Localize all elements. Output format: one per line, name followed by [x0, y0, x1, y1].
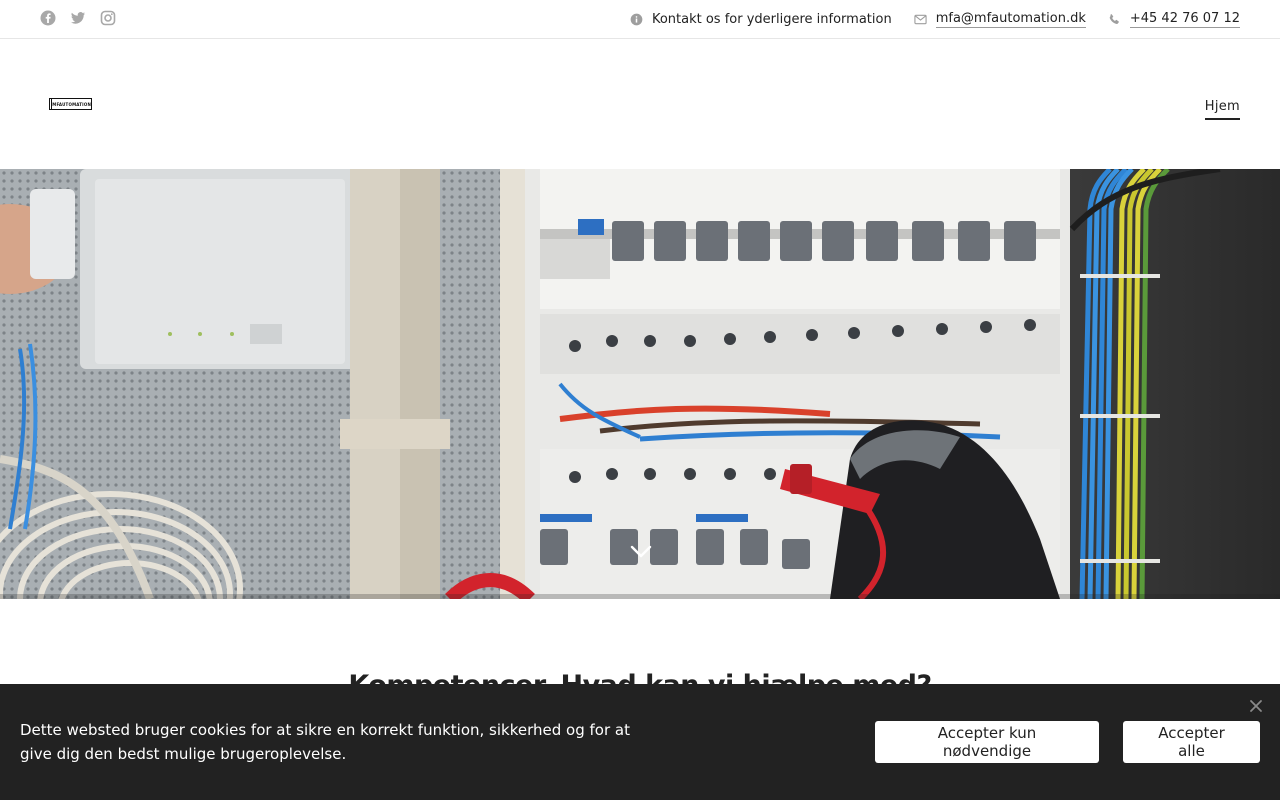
logo-text: MFAUTOMATION — [52, 101, 91, 107]
contact-phone-item: +45 42 76 07 12 — [1108, 11, 1240, 28]
hero-image — [0, 169, 1280, 599]
mail-icon — [914, 14, 927, 24]
main-nav: Hjem — [1204, 95, 1240, 120]
close-icon[interactable] — [1249, 699, 1263, 713]
social-links — [40, 10, 116, 26]
electrical-panel-illustration — [0, 169, 1280, 599]
contact-info-item: Kontakt os for yderligere information — [630, 12, 892, 27]
site-logo[interactable]: MFAUTOMATION — [49, 98, 92, 110]
top-bar: Kontakt os for yderligere information mf… — [0, 0, 1280, 39]
phone-link[interactable]: +45 42 76 07 12 — [1129, 11, 1240, 28]
cookie-banner: Dette websted bruger cookies for at sikr… — [0, 684, 1280, 800]
accept-necessary-button[interactable]: Accepter kun nødvendige — [875, 721, 1099, 763]
twitter-icon[interactable] — [70, 10, 86, 26]
site-header: MFAUTOMATION Hjem — [0, 39, 1280, 169]
facebook-icon[interactable] — [40, 10, 56, 26]
phone-icon — [1109, 13, 1119, 24]
info-text: Kontakt os for yderligere information — [651, 11, 892, 27]
contact-info: Kontakt os for yderligere information mf… — [630, 0, 1240, 38]
info-icon — [630, 13, 643, 25]
accept-all-button[interactable]: Accepter alle — [1123, 721, 1260, 763]
instagram-icon[interactable] — [100, 10, 116, 26]
chevron-down-icon[interactable] — [630, 545, 652, 559]
cookie-message: Dette websted bruger cookies for at sikr… — [20, 721, 630, 763]
email-link[interactable]: mfa@mfautomation.dk — [935, 11, 1086, 28]
contact-email-item: mfa@mfautomation.dk — [914, 11, 1086, 28]
nav-item-hjem[interactable]: Hjem — [1204, 99, 1240, 120]
